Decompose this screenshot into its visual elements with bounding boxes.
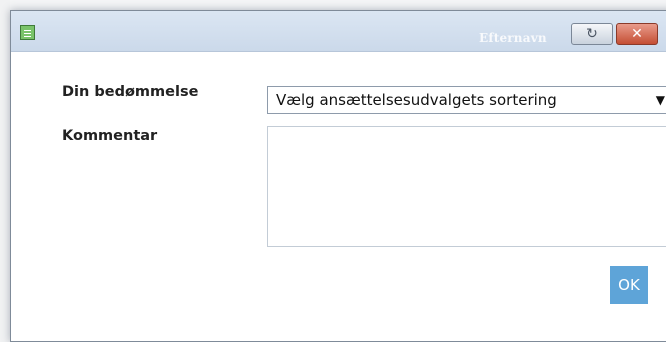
background-page-left xyxy=(0,0,10,342)
rating-select[interactable]: Vælg ansættelsesudvalgets sortering ▼ xyxy=(267,86,666,114)
comment-label: Kommentar xyxy=(62,128,158,144)
dialog-title: Efternavn xyxy=(479,31,547,45)
background-page xyxy=(0,0,666,10)
rating-label: Din bedømmelse xyxy=(62,84,199,100)
close-icon: ✕ xyxy=(631,26,643,42)
app-window-icon xyxy=(20,25,35,40)
restore-button[interactable]: ↻ xyxy=(571,23,613,45)
rating-select-value: Vælg ansættelsesudvalgets sortering xyxy=(276,91,557,109)
chevron-down-icon: ▼ xyxy=(655,93,665,107)
comment-textarea[interactable] xyxy=(267,126,666,247)
dialog-titlebar[interactable]: Efternavn ↻ ✕ xyxy=(11,11,666,52)
close-button[interactable]: ✕ xyxy=(616,23,658,45)
restore-icon: ↻ xyxy=(586,26,598,42)
ok-button[interactable]: OK xyxy=(610,266,648,304)
rating-dialog: Efternavn ↻ ✕ Din bedømmelse Vælg ansætt… xyxy=(10,10,666,342)
